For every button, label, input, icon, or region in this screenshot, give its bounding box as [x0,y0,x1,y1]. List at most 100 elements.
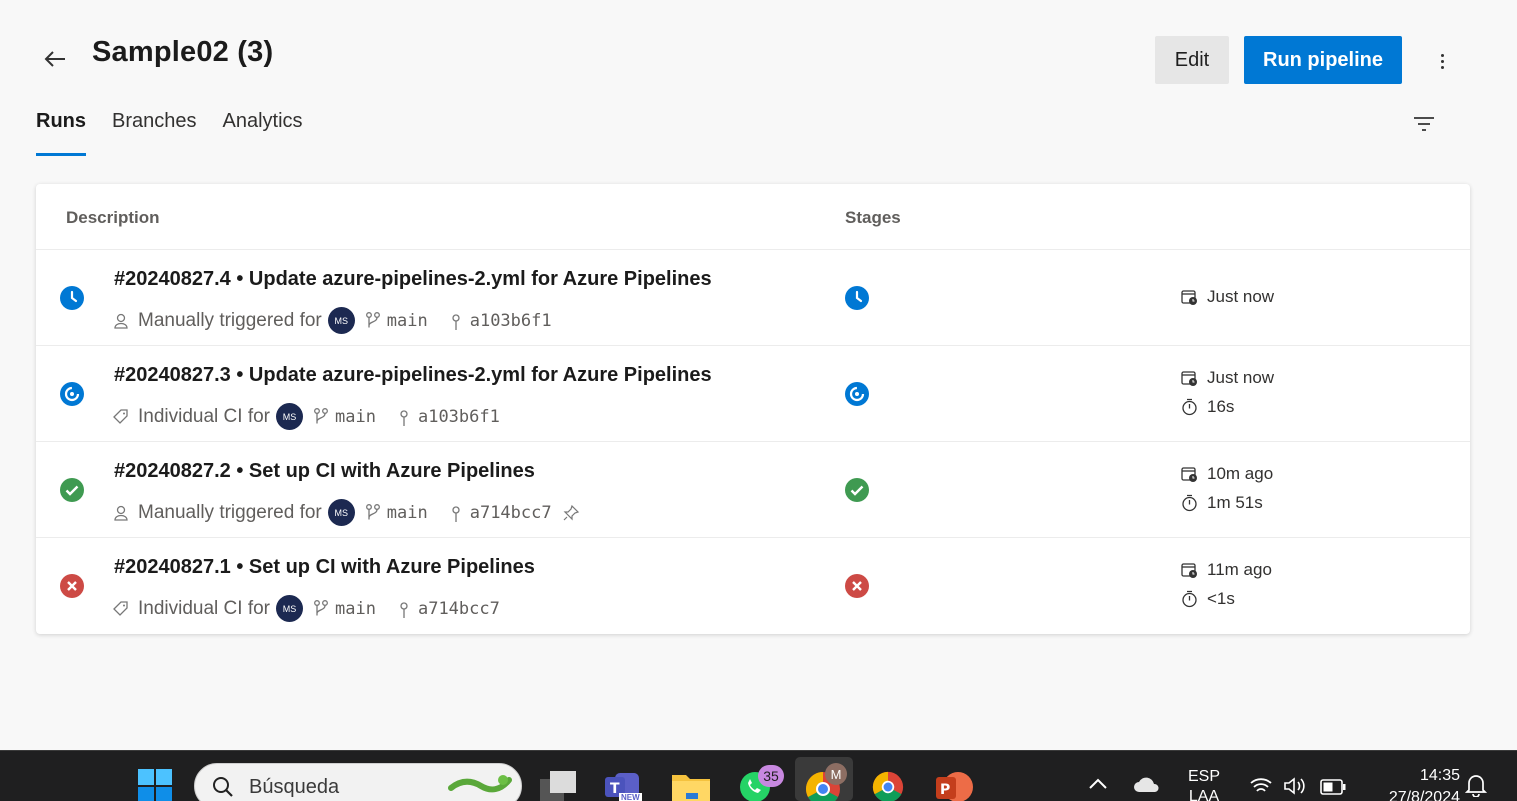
search-icon [213,777,233,797]
commit-id[interactable]: a103b6f1 [418,407,500,427]
onedrive-cloud-icon[interactable] [1133,775,1161,798]
column-header-description: Description [66,208,160,227]
lizard-icon [448,775,512,793]
branch-icon [313,599,329,619]
back-arrow-icon[interactable] [40,44,70,74]
duration: 1m 51s [1181,493,1263,513]
edit-button[interactable]: Edit [1155,36,1229,84]
tag-icon [112,408,130,426]
table-header: Description Stages [36,184,1470,250]
teams-icon[interactable]: T NEW [605,771,645,801]
whatsapp-icon[interactable]: 35 [738,765,784,801]
run-meta: Manually triggered for MS main a103b6f1 [112,307,552,334]
queued-status-icon [60,286,84,310]
failed-status-icon [60,574,84,598]
stage-success-icon[interactable] [845,478,869,502]
chrome-icon[interactable] [870,771,906,801]
avatar: MS [327,307,355,334]
more-options-icon[interactable] [1430,46,1454,76]
avatar: MS [276,595,304,622]
branch-name[interactable]: main [335,407,376,427]
commit-id[interactable]: a714bcc7 [418,599,500,619]
branch-icon [365,503,381,523]
file-explorer-icon[interactable] [672,771,710,801]
run-title[interactable]: #20240827.2 • Set up CI with Azure Pipel… [114,460,535,483]
search-placeholder: Búsqueda [249,776,340,798]
calendar-clock-icon [1181,466,1197,482]
table-row[interactable]: #20240827.4 • Update azure-pipelines-2.y… [36,250,1470,346]
wifi-icon[interactable] [1250,777,1272,800]
started-time: 10m ago [1181,464,1273,484]
pin-icon[interactable] [562,504,580,522]
avatar: MS [276,403,304,430]
commit-icon [398,599,410,619]
stopwatch-icon [1182,590,1197,608]
column-header-stages: Stages [845,208,901,227]
windows-start-icon[interactable] [138,769,172,801]
stopwatch-icon [1182,398,1197,416]
runs-table: Description Stages #20240827.4 • Update … [36,184,1470,634]
branch-name[interactable]: main [387,311,428,331]
branch-name[interactable]: main [335,599,376,619]
trigger-text: Individual CI for [138,405,271,427]
powerpoint-icon[interactable]: P [936,771,974,801]
volume-icon[interactable] [1283,777,1307,800]
person-icon [112,312,130,330]
trigger-text: Manually triggered for [138,501,322,523]
run-title[interactable]: #20240827.4 • Update azure-pipelines-2.y… [114,268,712,291]
page-title: Sample02 (3) [92,36,274,68]
commit-icon [450,503,462,523]
commit-icon [450,311,462,331]
success-status-icon [60,478,84,502]
task-view-icon[interactable] [540,771,578,801]
table-row[interactable]: #20240827.3 • Update azure-pipelines-2.y… [36,346,1470,442]
branch-icon [313,407,329,427]
calendar-clock-icon [1181,562,1197,578]
filter-icon[interactable] [1412,114,1436,134]
stopwatch-icon [1182,494,1197,512]
branch-name[interactable]: main [387,503,428,523]
started-time: 11m ago [1181,560,1272,580]
trigger-text: Manually triggered for [138,309,322,331]
commit-id[interactable]: a714bcc7 [470,503,552,523]
branch-icon [365,311,381,331]
chrome-profile-badge: M [825,763,847,785]
started-time: Just now [1181,368,1274,388]
chrome-profile-active[interactable]: M [795,757,853,801]
calendar-clock-icon [1181,289,1197,305]
tab-branches[interactable]: Branches [112,110,197,147]
svg-text:P: P [940,782,950,798]
person-icon [112,504,130,522]
trigger-text: Individual CI for [138,597,271,619]
run-pipeline-button[interactable]: Run pipeline [1244,36,1402,84]
avatar: MS [327,499,355,526]
tab-runs[interactable]: Runs [36,110,86,156]
clock[interactable]: 14:35 27/8/2024 [1360,765,1460,801]
chevron-up-icon[interactable] [1088,777,1108,795]
run-meta: Individual CI for MS main a714bcc7 [112,595,500,622]
windows-taskbar: Búsqueda T NEW 35 M P ESP LAA 14:35 27/8… [0,750,1517,801]
stage-queued-icon[interactable] [845,286,869,310]
battery-icon[interactable] [1320,779,1346,800]
commit-icon [398,407,410,427]
language-indicator[interactable]: ESP LAA [1184,767,1224,801]
commit-id[interactable]: a103b6f1 [470,311,552,331]
page-header: Sample02 (3) Edit Run pipeline Runs Bran… [0,0,1517,160]
stage-running-icon[interactable] [845,382,869,406]
duration: 16s [1181,397,1234,417]
run-title[interactable]: #20240827.1 • Set up CI with Azure Pipel… [114,556,535,579]
run-meta: Individual CI for MS main a103b6f1 [112,403,500,430]
taskbar-search[interactable]: Búsqueda [194,763,522,801]
tab-bar: Runs Branches Analytics [36,110,303,156]
whatsapp-badge: 35 [758,765,784,787]
tag-icon [112,600,130,618]
table-row[interactable]: #20240827.2 • Set up CI with Azure Pipel… [36,442,1470,538]
running-status-icon [60,382,84,406]
stage-failed-icon[interactable] [845,574,869,598]
tab-analytics[interactable]: Analytics [223,110,303,147]
run-title[interactable]: #20240827.3 • Update azure-pipelines-2.y… [114,364,712,387]
teams-new-badge: NEW [619,793,642,801]
calendar-clock-icon [1181,370,1197,386]
notification-bell-icon[interactable] [1464,773,1488,801]
table-row[interactable]: #20240827.1 • Set up CI with Azure Pipel… [36,538,1470,634]
